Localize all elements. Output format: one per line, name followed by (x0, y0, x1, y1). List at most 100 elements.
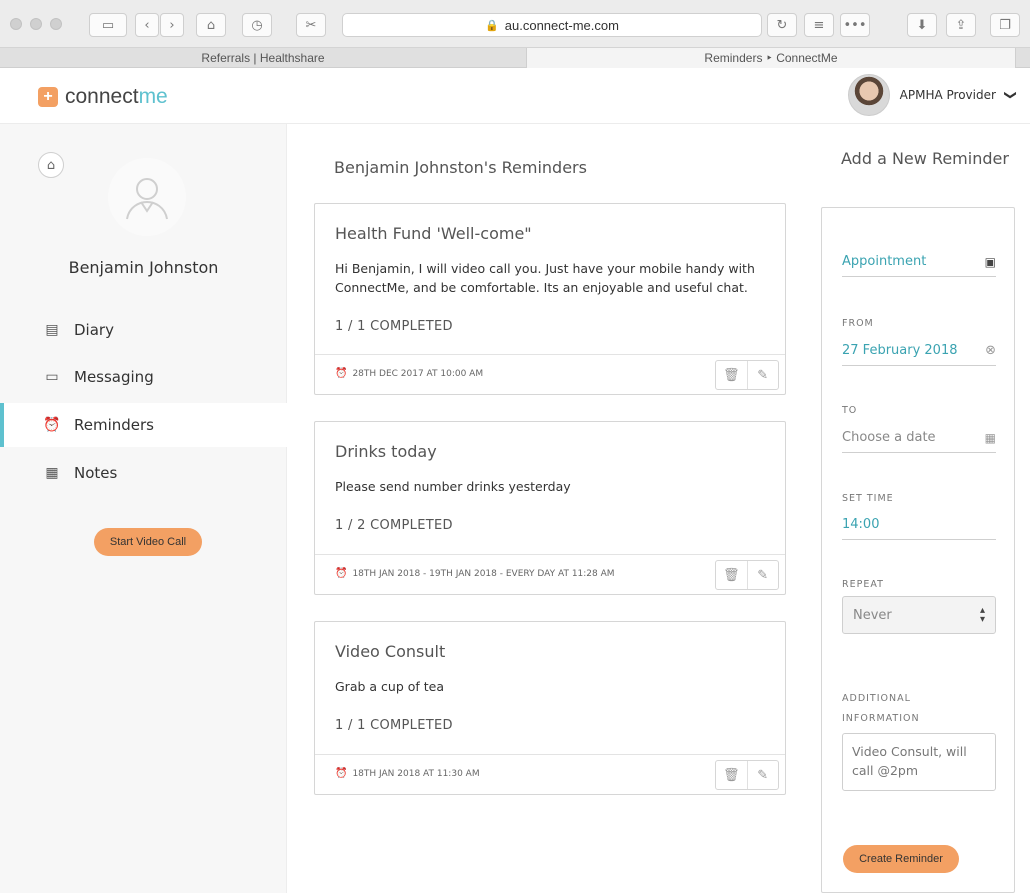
from-date-value: 27 February 2018 (842, 343, 958, 358)
logo-word-connect: connect (65, 85, 139, 108)
extensions-icon[interactable]: ••• (840, 13, 870, 37)
back-icon[interactable]: ‹ (135, 13, 159, 37)
alarm-clock-icon: ⏰ (335, 568, 348, 579)
reminder-type-select[interactable]: Appointment ▣ (842, 247, 996, 277)
scissors-icon[interactable]: ✂ (296, 13, 326, 37)
repeat-select[interactable]: Never ▴ ▾ (842, 596, 996, 634)
reminder-schedule: 18TH JAN 2018 - 19TH JAN 2018 - EVERY DA… (352, 568, 615, 579)
tab-bar: Referrals | Healthshare Reminders ‣ Conn… (0, 48, 1030, 68)
avatar (847, 74, 890, 116)
reminder-schedule: 28TH DEC 2017 AT 10:00 AM (352, 368, 484, 379)
sidebar-item-label: Messaging (74, 368, 154, 386)
user-menu[interactable]: APMHA Provider ❯ (847, 74, 1018, 116)
tab-referrals[interactable]: Referrals | Healthshare (0, 48, 526, 68)
diary-icon: ▤ (45, 322, 59, 338)
address-bar[interactable]: 🔒 au.connect-me.com (342, 13, 762, 37)
to-label: TO (842, 405, 858, 416)
reminder-footer: ⏰ 28TH DEC 2017 AT 10:00 AM 🗑 ✎ (315, 354, 785, 394)
reminder-status: 1 / 1 COMPLETED (335, 718, 453, 733)
sidebar-item-messaging[interactable]: ▭ Messaging (0, 355, 287, 399)
alarm-clock-icon: ⏰ (335, 368, 348, 379)
reminder-actions: 🗑 ✎ (715, 560, 779, 590)
set-time-field[interactable]: 14:00 (842, 510, 996, 540)
tabs-overview-icon[interactable]: ❐ (990, 13, 1020, 37)
edit-pencil-icon[interactable]: ✎ (746, 361, 779, 389)
reminder-status: 1 / 1 COMPLETED (335, 319, 453, 334)
address-url: au.connect-me.com (504, 17, 619, 33)
repeat-value: Never (853, 607, 892, 623)
download-icon[interactable]: ⬇ (907, 13, 937, 37)
reminder-body: Grab a cup of tea (335, 679, 445, 694)
edit-pencil-icon[interactable]: ✎ (746, 561, 779, 589)
sidebar-item-label: Notes (74, 464, 118, 482)
from-date-field[interactable]: 27 February 2018 ⊗ (842, 336, 996, 366)
reminder-title: Health Fund 'Well-come" (335, 224, 532, 243)
reminder-card: Video Consult Grab a cup of tea 1 / 1 CO… (314, 621, 786, 795)
additional-info-label-line: ADDITIONAL (842, 693, 911, 704)
reminder-body: Please send number drinks yesterday (335, 479, 571, 494)
trash-icon[interactable]: 🗑 (716, 761, 747, 789)
minimize-window-button[interactable] (30, 18, 42, 30)
alarm-clock-icon: ⏰ (335, 768, 348, 779)
reminder-body: Hi Benjamin, I will video call you. Just… (335, 261, 755, 295)
updown-arrows-icon: ▴ ▾ (979, 605, 985, 625)
sidebar-toggle-icon[interactable]: ▭ (89, 13, 127, 37)
start-video-call-button[interactable]: Start Video Call (94, 528, 202, 556)
sidebar-item-diary[interactable]: ▤ Diary (0, 308, 287, 352)
set-time-value: 14:00 (842, 517, 880, 532)
sidebar-item-label: Diary (74, 321, 114, 339)
set-time-label: SET TIME (842, 493, 894, 504)
home-browser-icon[interactable]: ⌂ (196, 13, 226, 37)
alarm-clock-icon: ⏰ (43, 417, 61, 433)
to-date-placeholder: Choose a date (842, 430, 936, 445)
user-silhouette-icon (126, 178, 168, 220)
sidebar-item-label: Reminders (74, 416, 154, 434)
trash-icon[interactable]: 🗑 (716, 561, 747, 589)
reminder-card: Drinks today Please send number drinks y… (314, 421, 786, 595)
lock-icon: 🔒 (485, 19, 499, 32)
share-icon[interactable]: ⇪ (946, 13, 976, 37)
trash-icon[interactable]: 🗑 (716, 361, 747, 389)
reminder-type-value: Appointment (842, 254, 927, 269)
sidebar-item-reminders[interactable]: ⏰ Reminders (0, 403, 287, 447)
notes-icon: ▦ (45, 465, 59, 481)
reminder-status: 1 / 2 COMPLETED (335, 518, 453, 533)
clear-circle-icon[interactable]: ⊗ (985, 343, 996, 358)
patient-name: Benjamin Johnston (68, 258, 219, 277)
reminder-actions: 🗑 ✎ (715, 760, 779, 790)
page-title: Benjamin Johnston's Reminders (334, 158, 587, 177)
additional-info-label-line: INFORMATION (842, 713, 920, 724)
reminder-actions: 🗑 ✎ (715, 360, 779, 390)
logo-word-me: me (138, 85, 168, 108)
sidebar: ⌂ Benjamin Johnston ▤ Diary ▭ Messaging … (0, 124, 287, 893)
form-title: Add a New Reminder (841, 149, 1009, 168)
sidebar-item-notes[interactable]: ▦ Notes (0, 451, 287, 495)
close-window-button[interactable] (10, 18, 22, 30)
home-icon[interactable]: ⌂ (38, 152, 64, 178)
profile-avatar (108, 158, 186, 236)
create-reminder-button[interactable]: Create Reminder (843, 845, 959, 873)
messaging-icon: ▭ (45, 369, 59, 385)
zoom-window-button[interactable] (50, 18, 62, 30)
connectme-logo[interactable]: + connectme (38, 85, 168, 109)
additional-info-label: ADDITIONAL INFORMATION (842, 689, 920, 729)
tab-label: Reminders ‣ ConnectMe (704, 51, 838, 65)
reload-icon[interactable]: ↻ (767, 13, 797, 37)
to-date-field[interactable]: Choose a date ▦ (842, 423, 996, 453)
calendar-icon: ▦ (984, 430, 996, 445)
reminder-footer: ⏰ 18TH JAN 2018 - 19TH JAN 2018 - EVERY D… (315, 554, 785, 594)
forward-icon[interactable]: › (160, 13, 184, 37)
reminder-card: Health Fund 'Well-come" Hi Benjamin, I w… (314, 203, 786, 395)
browser-toolbar: ▭ ‹ › ⌂ ◷ ✂ 🔒 au.connect-me.com ↻ ≡ ••• … (0, 0, 1030, 48)
from-label: FROM (842, 318, 874, 329)
reminder-title: Drinks today (335, 442, 437, 461)
reader-icon[interactable]: ≡ (804, 13, 834, 37)
history-icon[interactable]: ◷ (242, 13, 272, 37)
user-name: APMHA Provider (899, 88, 996, 102)
repeat-label: REPEAT (842, 579, 884, 590)
tab-label: Referrals | Healthshare (201, 51, 325, 65)
tab-reminders[interactable]: Reminders ‣ ConnectMe (526, 48, 1016, 68)
edit-pencil-icon[interactable]: ✎ (746, 761, 779, 789)
additional-info-textarea[interactable]: Video Consult, will call @2pm (842, 733, 996, 791)
reminder-schedule: 18TH JAN 2018 AT 11:30 AM (352, 768, 480, 779)
